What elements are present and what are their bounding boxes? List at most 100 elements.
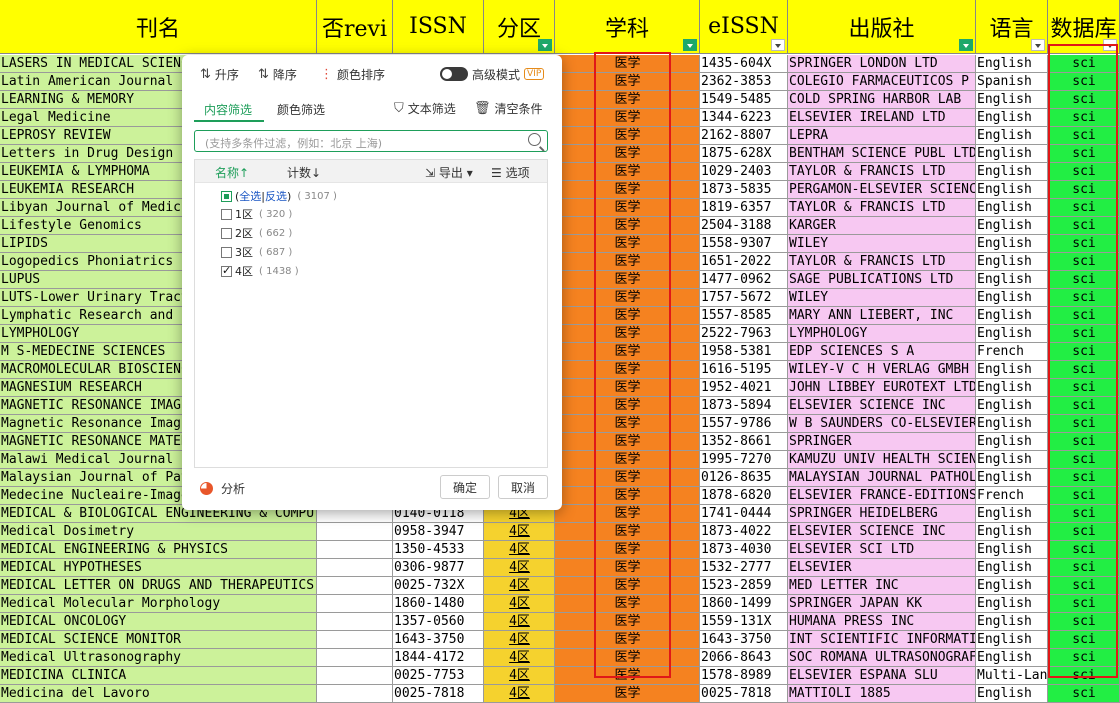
cell-name[interactable]: MEDICINA CLINICA bbox=[0, 667, 317, 685]
cell-publisher[interactable]: ELSEVIER ESPANA SLU bbox=[788, 667, 976, 685]
cell-eissn[interactable]: 1523-2859 bbox=[700, 577, 788, 595]
cell-language[interactable]: English bbox=[976, 505, 1048, 523]
cell-zone[interactable]: 4区 bbox=[484, 541, 555, 559]
cell-publisher[interactable]: MARY ANN LIEBERT, INC bbox=[788, 307, 976, 325]
cell-language[interactable]: English bbox=[976, 91, 1048, 109]
cell-language[interactable]: English bbox=[976, 649, 1048, 667]
cell-subject[interactable]: 医学 bbox=[555, 685, 700, 703]
cell-language[interactable]: English bbox=[976, 469, 1048, 487]
header-language[interactable]: 语言 bbox=[976, 0, 1048, 54]
cell-language[interactable]: English bbox=[976, 109, 1048, 127]
cell-eissn[interactable]: 1558-9307 bbox=[700, 235, 788, 253]
sort-by-count-button[interactable]: 计数↓ bbox=[287, 164, 321, 181]
cell-zone[interactable]: 4区 bbox=[484, 523, 555, 541]
cell-eissn[interactable]: 1578-8989 bbox=[700, 667, 788, 685]
cell-issn[interactable]: 1350-4533 bbox=[393, 541, 484, 559]
cell-publisher[interactable]: SPRINGER LONDON LTD bbox=[788, 55, 976, 73]
select-all-link[interactable]: 全选 bbox=[239, 188, 261, 204]
cell-language[interactable]: English bbox=[976, 415, 1048, 433]
cell-publisher[interactable]: EDP SCIENCES S A bbox=[788, 343, 976, 361]
cell-zone[interactable]: 4区 bbox=[484, 595, 555, 613]
filter-dropdown-icon[interactable] bbox=[1031, 39, 1045, 51]
cell-publisher[interactable]: PERGAMON-ELSEVIER SCIENCE bbox=[788, 181, 976, 199]
cell-review[interactable] bbox=[317, 667, 393, 685]
cell-language[interactable]: English bbox=[976, 163, 1048, 181]
cell-publisher[interactable]: SAGE PUBLICATIONS LTD bbox=[788, 271, 976, 289]
cell-publisher[interactable]: TAYLOR & FRANCIS LTD bbox=[788, 253, 976, 271]
invert-link[interactable]: 反选 bbox=[265, 188, 287, 204]
cell-publisher[interactable]: COLEGIO FARMACEUTICOS P bbox=[788, 73, 976, 91]
cancel-button[interactable]: 取消 bbox=[498, 475, 548, 499]
cell-publisher[interactable]: SPRINGER HEIDELBERG bbox=[788, 505, 976, 523]
cell-review[interactable] bbox=[317, 649, 393, 667]
cell-issn[interactable]: 0025-732X bbox=[393, 577, 484, 595]
header-publisher[interactable]: 出版社 bbox=[788, 0, 976, 54]
cell-issn[interactable]: 0025-7818 bbox=[393, 685, 484, 703]
cell-publisher[interactable]: W B SAUNDERS CO-ELSEVIER bbox=[788, 415, 976, 433]
item-checkbox[interactable] bbox=[221, 246, 232, 258]
cell-issn[interactable]: 0025-7753 bbox=[393, 667, 484, 685]
cell-publisher[interactable]: JOHN LIBBEY EUROTEXT LTD bbox=[788, 379, 976, 397]
cell-language[interactable]: English bbox=[976, 253, 1048, 271]
sort-asc-button[interactable]: ⇅ 升序 bbox=[200, 65, 239, 83]
cell-eissn[interactable]: 1878-6820 bbox=[700, 487, 788, 505]
cell-language[interactable]: English bbox=[976, 595, 1048, 613]
cell-publisher[interactable]: ELSEVIER bbox=[788, 559, 976, 577]
cell-eissn[interactable]: 1860-1499 bbox=[700, 595, 788, 613]
cell-eissn[interactable]: 1352-8661 bbox=[700, 433, 788, 451]
cell-publisher[interactable]: ELSEVIER SCI LTD bbox=[788, 541, 976, 559]
cell-eissn[interactable]: 1559-131X bbox=[700, 613, 788, 631]
filter-search-input[interactable]: (支持多条件过滤，例如：北京 上海) bbox=[194, 130, 548, 152]
cell-language[interactable]: English bbox=[976, 307, 1048, 325]
cell-eissn[interactable]: 1995-7270 bbox=[700, 451, 788, 469]
cell-review[interactable] bbox=[317, 541, 393, 559]
cell-eissn[interactable]: 1643-3750 bbox=[700, 631, 788, 649]
cell-eissn[interactable]: 1873-5835 bbox=[700, 181, 788, 199]
cell-name[interactable]: Medicina del Lavoro bbox=[0, 685, 317, 703]
list-item[interactable]: 1区 ( 320 ) bbox=[221, 206, 292, 222]
cell-issn[interactable]: 1643-3750 bbox=[393, 631, 484, 649]
cell-zone[interactable]: 4区 bbox=[484, 667, 555, 685]
cell-eissn[interactable]: 1532-2777 bbox=[700, 559, 788, 577]
cell-eissn[interactable]: 1873-4030 bbox=[700, 541, 788, 559]
cell-eissn[interactable]: 1549-5485 bbox=[700, 91, 788, 109]
cell-publisher[interactable]: SOC ROMANA ULTRASONOGRAFIE bbox=[788, 649, 976, 667]
cell-review[interactable] bbox=[317, 613, 393, 631]
tab-content-filter[interactable]: 内容筛选 bbox=[204, 101, 252, 118]
cell-publisher[interactable]: LYMPHOLOGY bbox=[788, 325, 976, 343]
cell-language[interactable]: French bbox=[976, 343, 1048, 361]
cell-eissn[interactable]: 1757-5672 bbox=[700, 289, 788, 307]
options-button[interactable]: ☰ 选项 bbox=[491, 164, 530, 181]
cell-eissn[interactable]: 1557-9786 bbox=[700, 415, 788, 433]
cell-publisher[interactable]: ELSEVIER SCIENCE INC bbox=[788, 523, 976, 541]
cell-review[interactable] bbox=[317, 685, 393, 703]
cell-language[interactable]: English bbox=[976, 235, 1048, 253]
header-eissn[interactable]: eISSN bbox=[700, 0, 788, 54]
cell-language[interactable]: English bbox=[976, 181, 1048, 199]
item-checkbox[interactable] bbox=[221, 264, 232, 277]
sort-desc-button[interactable]: ⇅ 降序 bbox=[258, 65, 297, 83]
tab-color-filter[interactable]: 颜色筛选 bbox=[277, 101, 325, 118]
cell-language[interactable]: English bbox=[976, 613, 1048, 631]
cell-review[interactable] bbox=[317, 631, 393, 649]
cell-language[interactable]: English bbox=[976, 361, 1048, 379]
cell-eissn[interactable]: 2362-3853 bbox=[700, 73, 788, 91]
cell-language[interactable]: English bbox=[976, 397, 1048, 415]
cell-publisher[interactable]: WILEY-V C H VERLAG GMBH bbox=[788, 361, 976, 379]
cell-zone[interactable]: 4区 bbox=[484, 559, 555, 577]
cell-eissn[interactable]: 1616-5195 bbox=[700, 361, 788, 379]
cell-publisher[interactable]: MALAYSIAN JOURNAL PATHOLOGY bbox=[788, 469, 976, 487]
cell-language[interactable]: Spanish bbox=[976, 73, 1048, 91]
cell-language[interactable]: English bbox=[976, 127, 1048, 145]
cell-language[interactable]: English bbox=[976, 271, 1048, 289]
cell-name[interactable]: MEDICAL ONCOLOGY bbox=[0, 613, 317, 631]
select-all-checkbox[interactable] bbox=[221, 190, 232, 202]
cell-eissn[interactable]: 1557-8585 bbox=[700, 307, 788, 325]
color-sort-button[interactable]: ⋮ 颜色排序 bbox=[320, 65, 385, 83]
cell-language[interactable]: English bbox=[976, 577, 1048, 595]
cell-language[interactable]: English bbox=[976, 685, 1048, 703]
cell-eissn[interactable]: 1029-2403 bbox=[700, 163, 788, 181]
cell-publisher[interactable]: BENTHAM SCIENCE PUBL LTD bbox=[788, 145, 976, 163]
cell-review[interactable] bbox=[317, 523, 393, 541]
cell-issn[interactable]: 1844-4172 bbox=[393, 649, 484, 667]
